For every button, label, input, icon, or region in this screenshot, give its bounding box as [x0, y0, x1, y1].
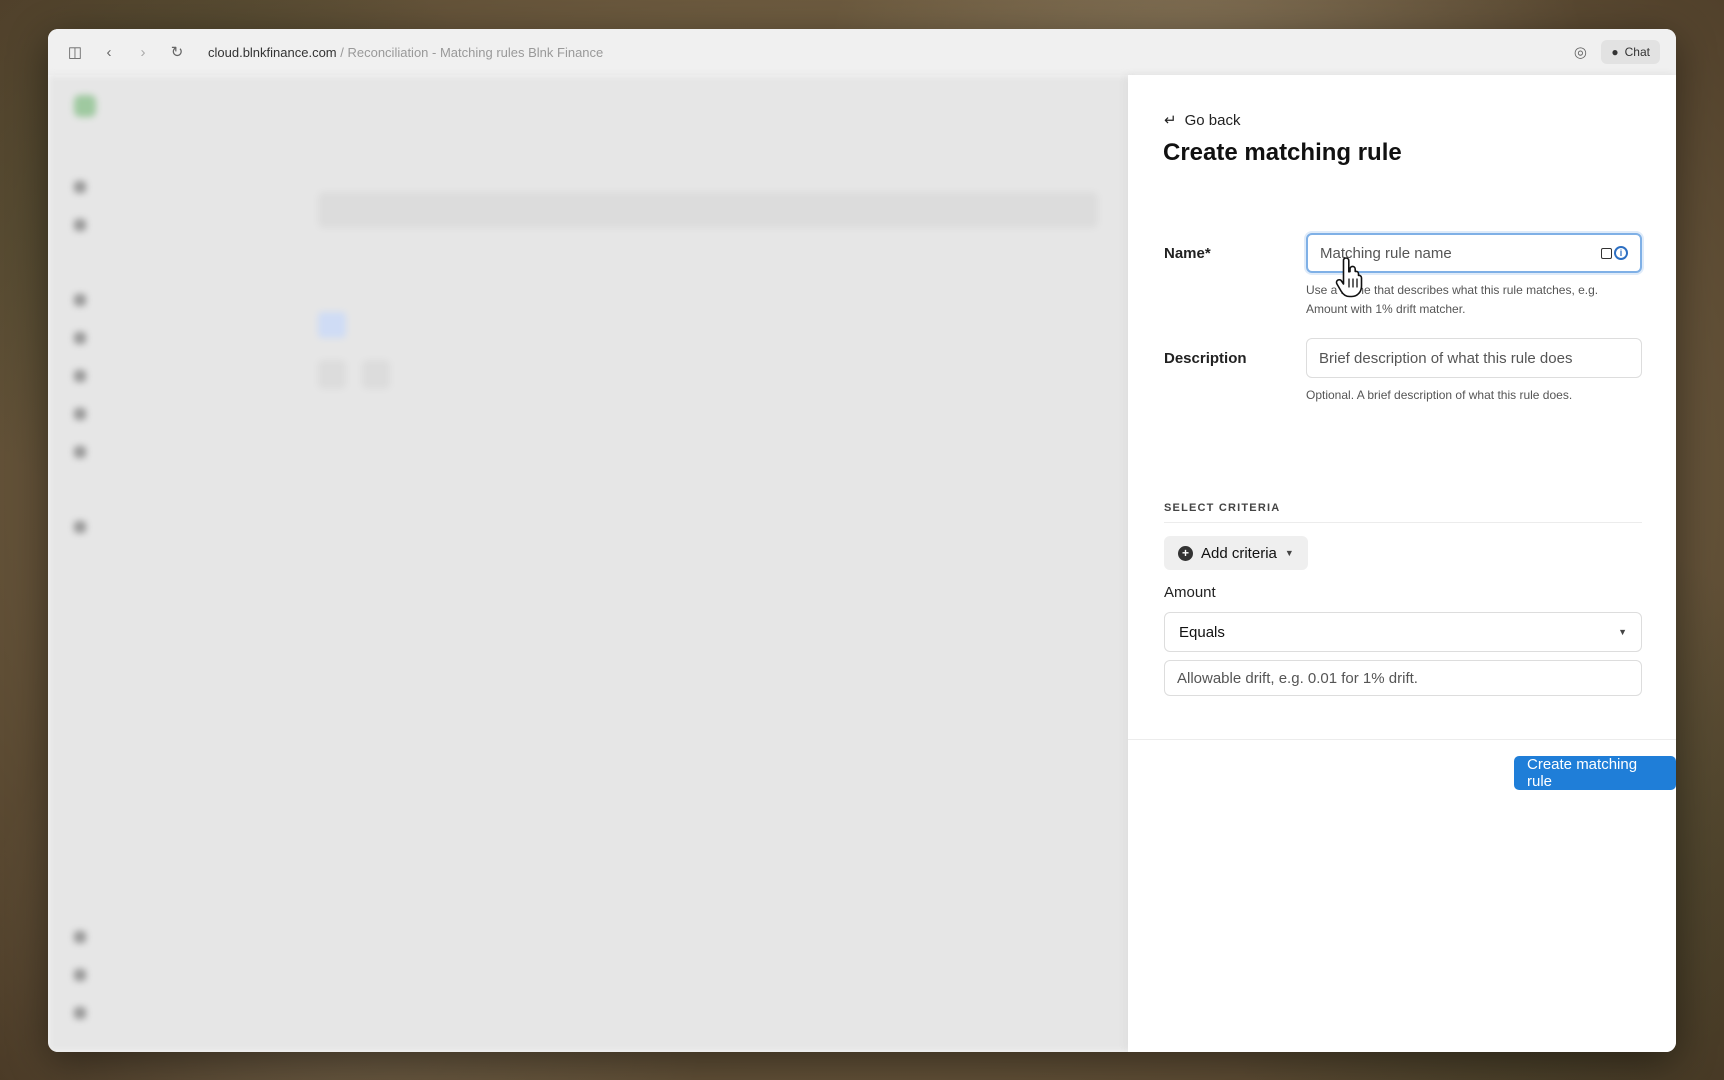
panel-title: Create matching rule — [1163, 139, 1402, 166]
description-help-text: Optional. A brief description of what th… — [1306, 388, 1573, 402]
lock-icon — [1601, 247, 1612, 259]
drift-field[interactable] — [1164, 660, 1642, 696]
go-back-link[interactable]: ↵ Go back — [1164, 111, 1241, 130]
bg-main: ​ ​ ​ ​​​ ​ ​​ ​​ ​​ ​​ — [288, 75, 1128, 1052]
sidebar-toggle-icon[interactable]: ◫ — [64, 41, 86, 63]
plus-circle-icon: + — [1178, 545, 1193, 561]
browser-toolbar: ◫ ‹ › ↻ cloud.blnkfinance.com / Reconcil… — [48, 29, 1676, 75]
name-help-text: Use a name that describes what this rule… — [1306, 283, 1599, 316]
bg-sidebar: ​ ​ ​ ​ — [48, 75, 258, 1052]
amount-label: Amount — [1164, 584, 1216, 601]
chat-label: Chat — [1624, 45, 1650, 59]
name-field[interactable]: i — [1306, 233, 1642, 273]
back-arrow-icon[interactable]: ‹ — [98, 41, 120, 63]
description-input[interactable] — [1319, 349, 1629, 367]
address-bar[interactable]: cloud.blnkfinance.com / Reconciliation -… — [208, 45, 603, 60]
create-matching-rule-panel: ↵ Go back Create matching rule Name* i U… — [1128, 75, 1676, 1052]
footer-divider — [1128, 739, 1676, 740]
description-label: Description — [1164, 350, 1247, 367]
add-criteria-button[interactable]: + Add criteria ▼ — [1164, 536, 1308, 570]
arrow-left-icon: ↵ — [1164, 112, 1177, 129]
blurred-background-app: ​ ​ ​ ​ ​ ​ ​ ​​​ ​ ​​ ​ — [48, 75, 1128, 1052]
browser-window: ◫ ‹ › ↻ cloud.blnkfinance.com / Reconcil… — [48, 29, 1676, 1052]
create-matching-rule-button[interactable]: Create matching rule — [1514, 756, 1676, 790]
name-label: Name* — [1164, 245, 1211, 262]
go-back-label: Go back — [1184, 111, 1241, 129]
info-icon: i — [1614, 246, 1628, 260]
select-criteria-heading: SELECT CRITERIA — [1164, 502, 1281, 514]
url-path: / Reconciliation - Matching rules Blnk F… — [336, 44, 604, 60]
amount-operator-value: Equals — [1179, 623, 1225, 641]
drift-input[interactable] — [1177, 669, 1629, 687]
forward-arrow-icon[interactable]: › — [132, 41, 154, 63]
chat-button[interactable]: ● Chat — [1601, 40, 1660, 64]
password-manager-icon[interactable]: i — [1601, 246, 1628, 260]
chevron-down-icon: ▼ — [1618, 627, 1627, 637]
description-field[interactable] — [1306, 338, 1642, 378]
caret-down-icon: ▼ — [1284, 548, 1294, 558]
extension-icon[interactable]: ◎ — [1569, 41, 1591, 63]
name-input[interactable] — [1320, 244, 1601, 262]
url-host: cloud.blnkfinance.com — [208, 44, 337, 60]
add-criteria-label: Add criteria — [1201, 544, 1277, 562]
chat-bubble-icon: ● — [1611, 45, 1619, 59]
reload-icon[interactable]: ↻ — [166, 41, 188, 63]
criteria-divider — [1164, 522, 1642, 523]
amount-operator-select[interactable]: Equals ▼ — [1164, 612, 1642, 652]
